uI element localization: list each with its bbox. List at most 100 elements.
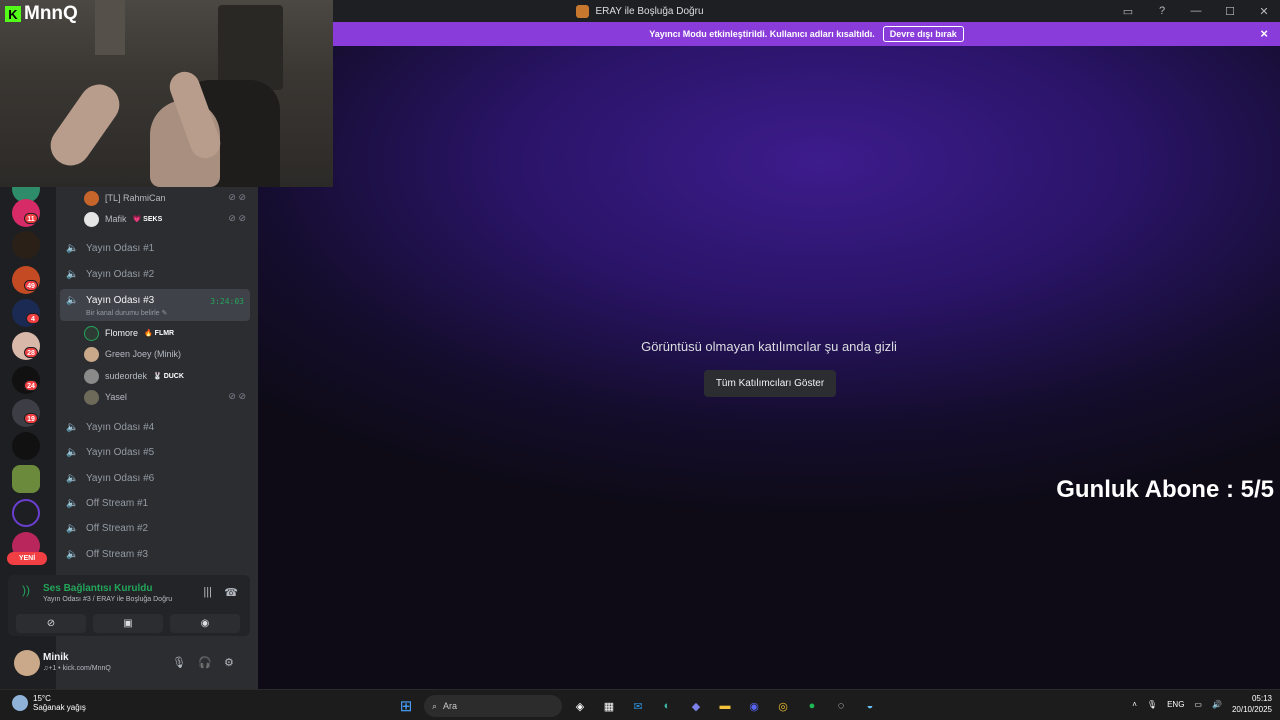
voice-connected-subtitle[interactable]: Yayın Odası #3 / ERAY ile Boşluğa Doğru bbox=[43, 596, 172, 603]
windows-start-icon[interactable]: ⊞ bbox=[395, 696, 417, 716]
voice-connection-panel: )) Ses Bağlantısı Kuruldu Yayın Odası #3… bbox=[8, 575, 250, 636]
voice-member[interactable]: Yasel bbox=[84, 388, 127, 406]
microphone-icon[interactable]: 🎙 bbox=[1147, 700, 1157, 709]
speaker-icon: 🔈 bbox=[66, 548, 79, 560]
server-icon[interactable] bbox=[12, 432, 40, 460]
member-name: Yasel bbox=[105, 392, 127, 402]
channel-name: Yayın Odası #6 bbox=[86, 472, 155, 484]
server-icon[interactable] bbox=[12, 499, 40, 527]
teams-icon[interactable]: ◆ bbox=[685, 696, 707, 716]
outlook-icon[interactable]: ✉ bbox=[627, 696, 649, 716]
channel-name: Off Stream #3 bbox=[86, 548, 149, 560]
avatar bbox=[84, 368, 99, 384]
new-badge: YENİ bbox=[7, 552, 47, 565]
voice-channel[interactable]: 🔈 Yayın Odası #1 bbox=[66, 238, 250, 258]
voice-channel[interactable]: 🔈 Off Stream #3 bbox=[66, 544, 250, 564]
voice-member[interactable]: Mafik 💗 SEKS bbox=[84, 210, 162, 228]
temperature: 15°C bbox=[33, 694, 51, 703]
signal-icon[interactable]: )) bbox=[16, 583, 36, 603]
voice-channel-active[interactable]: 🔈 Yayın Odası #3 3:24:03 Bir kanal durum… bbox=[60, 289, 250, 321]
member-name: Flomore bbox=[105, 328, 139, 338]
channel-name: Off Stream #1 bbox=[86, 497, 149, 509]
clock[interactable]: 05:13 20/10/2025 bbox=[1232, 693, 1272, 715]
disconnect-icon[interactable]: ☎ bbox=[224, 586, 238, 599]
voice-channel[interactable]: 🔈 Yayın Odası #2 bbox=[66, 264, 250, 284]
voice-member[interactable]: [TL] RahmiCan bbox=[84, 189, 166, 207]
channel-name: Yayın Odası #5 bbox=[86, 446, 155, 458]
windows-taskbar: 15°C Sağanak yağış ⊞ ⌕ Ara ◈ ▦ ✉ ◐ ◆ ▬ ◉… bbox=[0, 689, 1280, 720]
speaker-icon: 🔈 bbox=[66, 497, 79, 509]
webcam-overlay: K MnnQ bbox=[0, 0, 333, 187]
unread-badge: 49 bbox=[24, 280, 38, 291]
help-icon[interactable]: ? bbox=[1154, 5, 1170, 17]
username: Minik bbox=[43, 652, 69, 663]
taskbar-apps: ⊞ ⌕ Ara ◈ ▦ ✉ ◐ ◆ ▬ ◉ ◎ ● ◌ ◒ bbox=[395, 695, 881, 717]
avatar bbox=[84, 346, 99, 362]
time: 05:13 bbox=[1251, 694, 1272, 703]
avatar[interactable] bbox=[14, 650, 40, 676]
taskbar-search[interactable]: ⌕ Ara bbox=[424, 695, 562, 717]
close-icon[interactable]: × bbox=[1260, 26, 1268, 41]
network-icon[interactable]: ▭ bbox=[1194, 700, 1202, 709]
streamer-mode-bar: Yayıncı Modu etkinleştirildi. Kullanıcı … bbox=[333, 22, 1280, 46]
voice-channel[interactable]: 🔈 Off Stream #2 bbox=[66, 518, 250, 538]
show-all-participants-button[interactable]: Tüm Katılımcıları Göster bbox=[704, 370, 836, 397]
chrome-icon[interactable]: ◎ bbox=[772, 696, 794, 716]
subscriber-goal-overlay: Gunluk Abone : 5/5 bbox=[1056, 476, 1274, 503]
discord-icon[interactable]: ◉ bbox=[743, 696, 765, 716]
screen-share-button[interactable]: ▣ bbox=[93, 614, 163, 633]
system-tray: ˄ 🎙 ENG ▭ 🔊 05:13 20/10/2025 bbox=[1132, 693, 1272, 715]
window-controls: ▭ ? — ☐ ✕ bbox=[1120, 0, 1272, 22]
server-icon[interactable] bbox=[12, 465, 40, 493]
volume-icon[interactable]: 🔊 bbox=[1212, 700, 1222, 709]
background-poster bbox=[218, 5, 283, 90]
search-placeholder: Ara bbox=[443, 701, 458, 711]
close-button[interactable]: ✕ bbox=[1256, 5, 1272, 18]
window-title: ERAY ile Boşluğa Doğru bbox=[576, 4, 704, 18]
server-icon[interactable] bbox=[12, 231, 40, 259]
voice-member[interactable]: sudeordek 🐰 DUCK bbox=[84, 367, 184, 385]
channel-name: Off Stream #2 bbox=[86, 522, 149, 534]
channel-status[interactable]: Bir kanal durumu belirle ✎ bbox=[86, 309, 167, 317]
language-indicator[interactable]: ENG bbox=[1167, 700, 1184, 709]
unread-badge: 11 bbox=[24, 213, 38, 224]
speaker-icon: 🔈 bbox=[66, 472, 79, 484]
kick-logo: K MnnQ bbox=[5, 3, 78, 25]
camera-off-button[interactable]: ⊘ bbox=[16, 614, 86, 633]
voice-channel[interactable]: 🔈 Yayın Odası #5 bbox=[66, 442, 250, 462]
noise-suppression-icon[interactable]: ||| bbox=[203, 586, 212, 598]
voice-channel[interactable]: 🔈 Yayın Odası #6 bbox=[66, 468, 250, 488]
speaker-icon: 🔈 bbox=[66, 446, 79, 458]
weather-widget[interactable]: 15°C Sağanak yağış bbox=[12, 694, 86, 712]
speaker-icon: 🔈 bbox=[66, 421, 79, 433]
avatar bbox=[84, 325, 99, 341]
file-explorer-icon[interactable]: ▬ bbox=[714, 696, 736, 716]
microphone-icon[interactable]: 🎙 bbox=[172, 656, 186, 669]
voice-channel[interactable]: 🔈 Yayın Odası #4 bbox=[66, 417, 250, 437]
edge-icon[interactable]: ◐ bbox=[656, 696, 678, 716]
headphones-icon[interactable]: 🎧 bbox=[198, 656, 212, 669]
date: 20/10/2025 bbox=[1231, 705, 1272, 714]
activities-button[interactable]: ◉ bbox=[170, 614, 240, 633]
rain-cloud-icon bbox=[12, 695, 28, 711]
spotify-icon[interactable]: ● bbox=[801, 696, 823, 716]
disable-streamer-mode-button[interactable]: Devre dışı bırak bbox=[882, 26, 964, 42]
voice-member[interactable]: Green Joey (Minik) bbox=[84, 345, 181, 363]
minimize-button[interactable]: — bbox=[1188, 5, 1204, 17]
widgets-icon[interactable]: ◈ bbox=[569, 696, 591, 716]
obs-icon[interactable]: ◌ bbox=[830, 696, 852, 716]
streamer-mode-message: Yayıncı Modu etkinleştirildi. Kullanıcı … bbox=[649, 29, 875, 39]
speaker-icon: 🔈 bbox=[66, 268, 79, 280]
voice-member[interactable]: Flomore 🔥 FLMR bbox=[84, 324, 174, 342]
chevron-up-icon[interactable]: ˄ bbox=[1132, 700, 1137, 709]
settings-gear-icon[interactable]: ⚙ bbox=[224, 656, 234, 669]
maximize-button[interactable]: ☐ bbox=[1222, 5, 1238, 18]
member-tag: 🔥 FLMR bbox=[144, 330, 175, 337]
speaker-icon: 🔈 bbox=[66, 522, 79, 534]
channel-timer: 3:24:03 bbox=[210, 297, 244, 306]
voice-channel[interactable]: 🔈 Off Stream #1 bbox=[66, 493, 250, 513]
member-tag: 💗 SEKS bbox=[132, 216, 163, 223]
steam-icon[interactable]: ◒ bbox=[859, 696, 881, 716]
store-icon[interactable]: ▦ bbox=[598, 696, 620, 716]
inbox-icon[interactable]: ▭ bbox=[1120, 5, 1136, 18]
